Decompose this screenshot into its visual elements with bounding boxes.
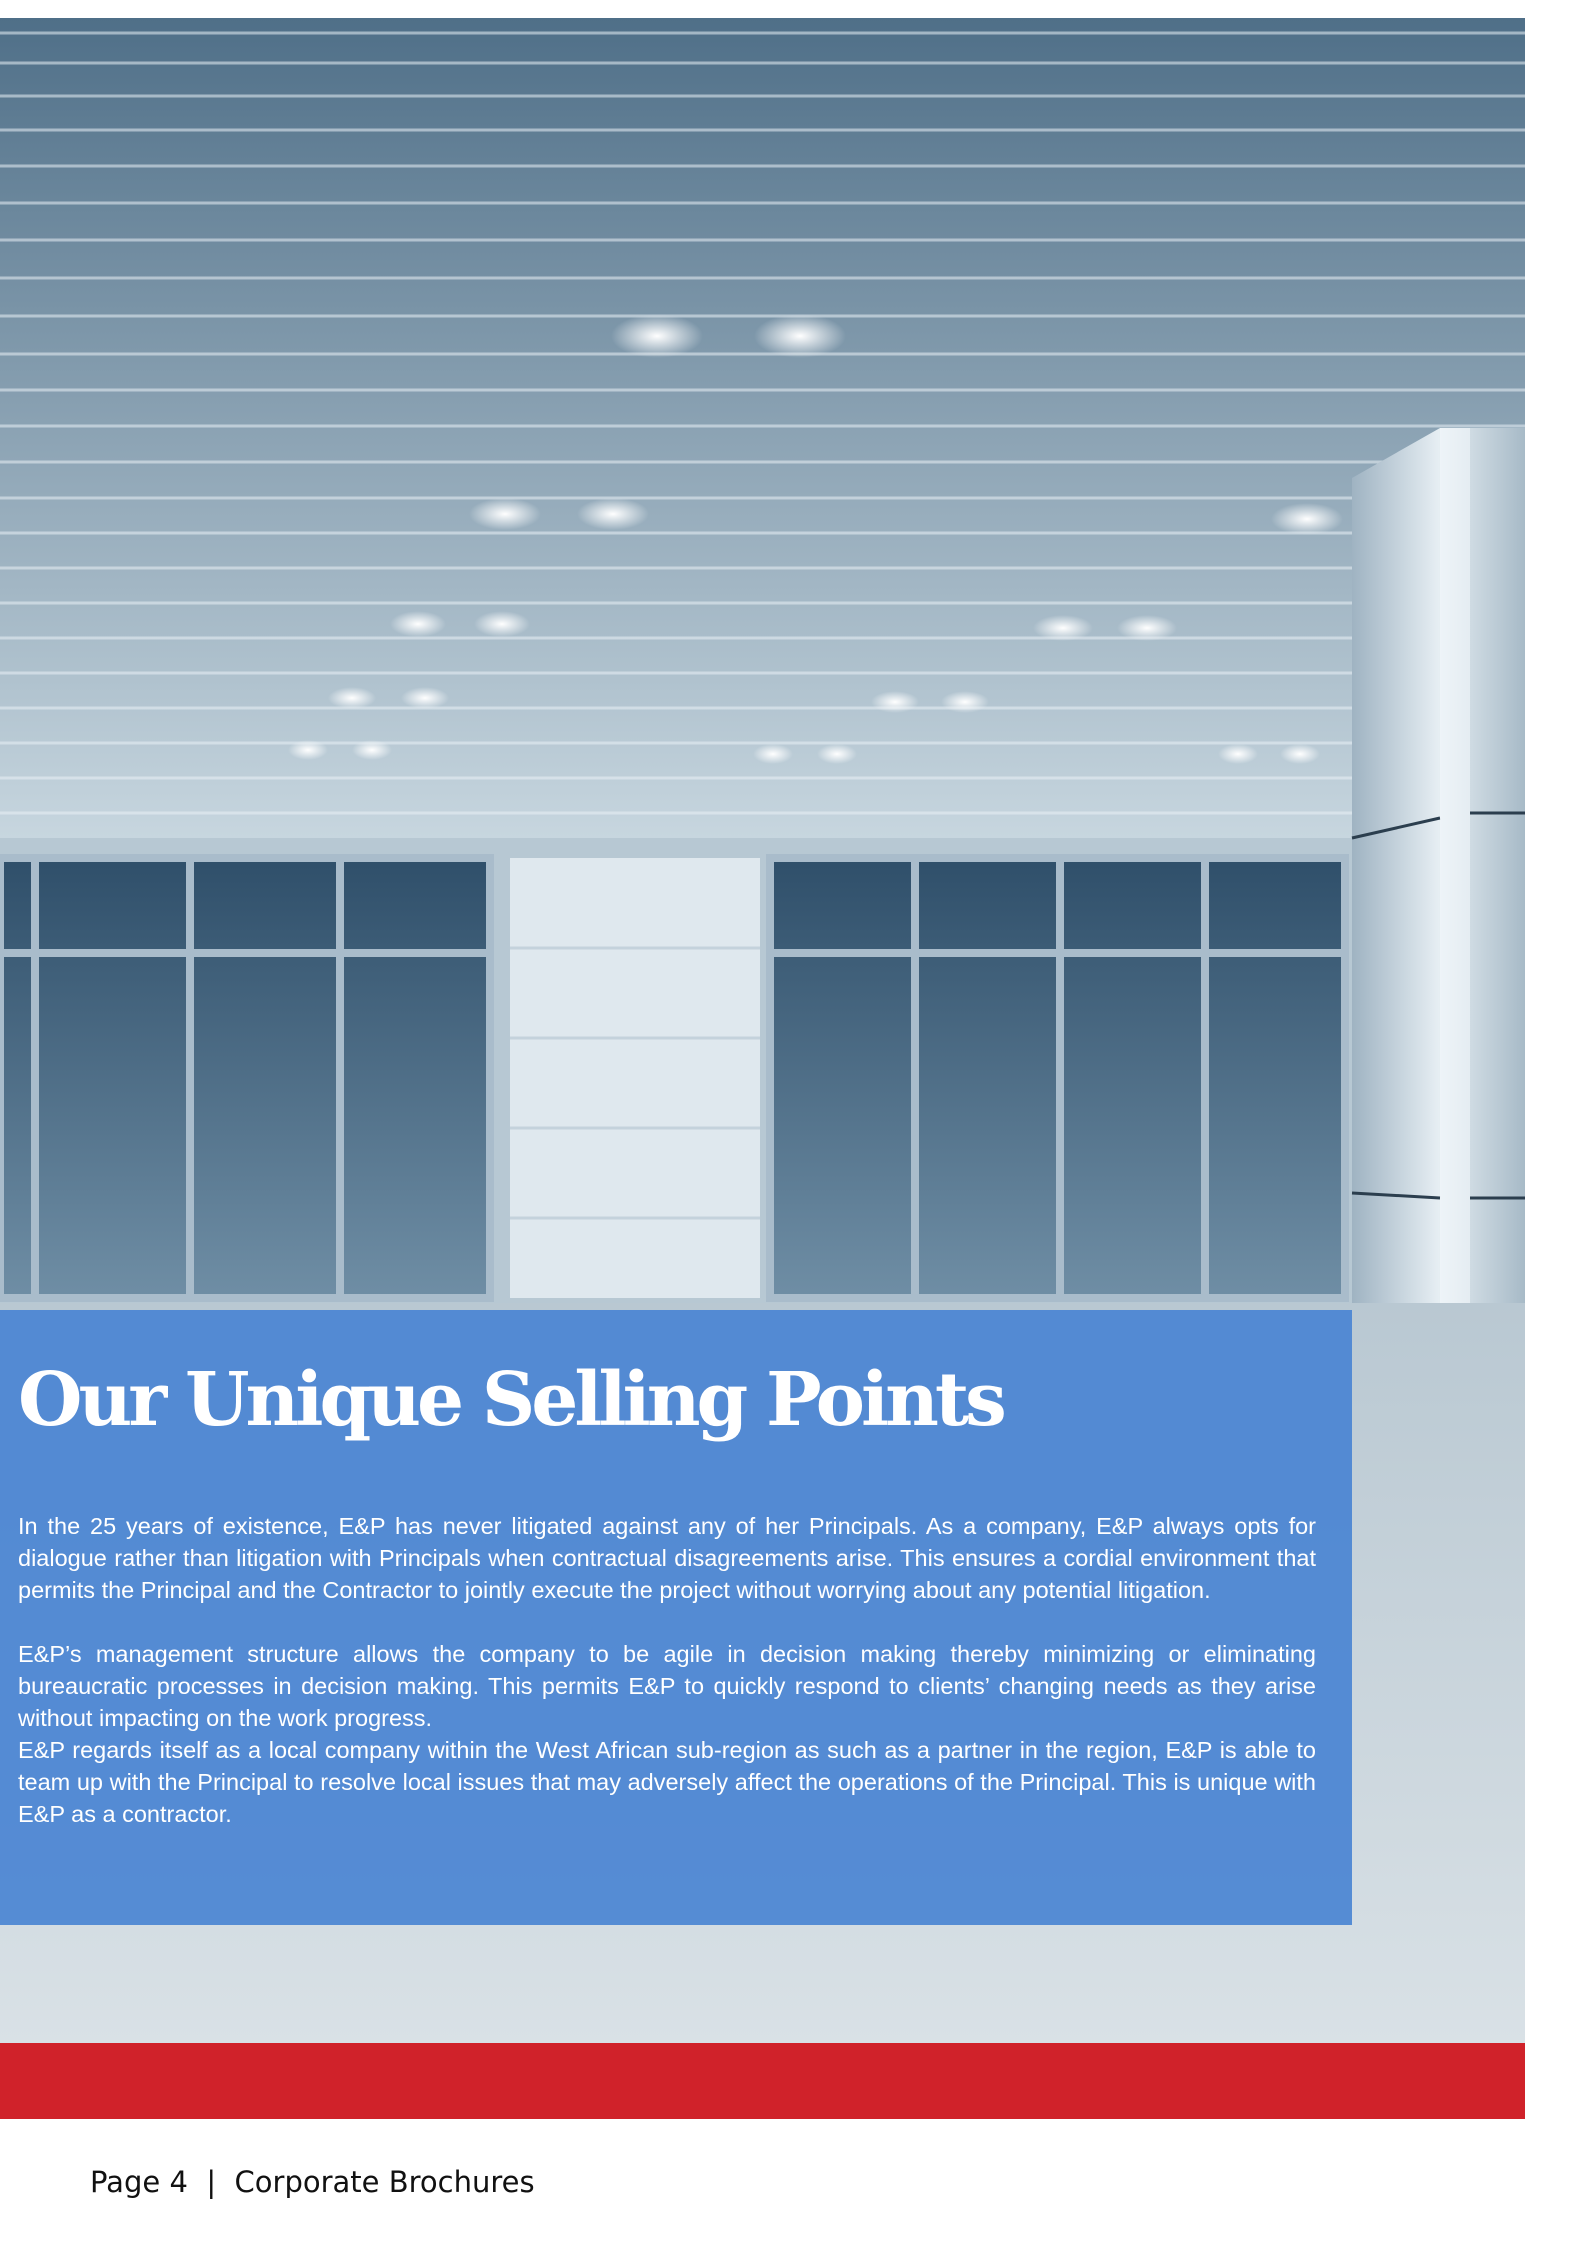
footer-separator: | [206, 2165, 217, 2199]
paragraph-litigation: In the 25 years of existence, E&P has ne… [18, 1513, 1316, 1603]
paragraph-local-company: E&P regards itself as a local company wi… [18, 1737, 1316, 1827]
brand-color-band [0, 2043, 1525, 2119]
paragraph-management: E&P’s management structure allows the co… [18, 1641, 1316, 1731]
section-body: In the 25 years of existence, E&P has ne… [18, 1510, 1316, 1830]
page-label: Page [90, 2165, 161, 2199]
page-footer: Page 4 | Corporate Brochures [90, 2165, 535, 2199]
page-number: 4 [169, 2165, 188, 2199]
document-name: Corporate Brochures [234, 2165, 535, 2199]
section-title: Our Unique Selling Points [18, 1357, 1007, 1443]
